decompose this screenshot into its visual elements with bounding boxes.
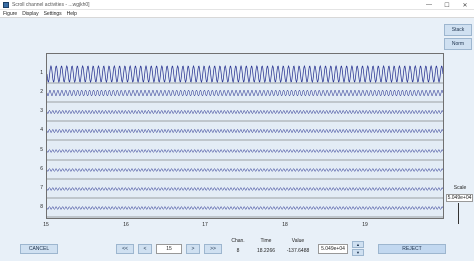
signal-plot[interactable] — [46, 53, 444, 219]
reject-button[interactable]: REJECT — [378, 244, 446, 254]
cancel-button[interactable]: CANCEL — [20, 244, 58, 254]
value-header: Value — [291, 238, 305, 244]
chan-value: 8 — [236, 248, 240, 254]
channel-label-3: 3 — [40, 108, 43, 114]
channel-trace-7 — [46, 187, 444, 191]
time-axis: 15 16 17 18 19 — [43, 222, 444, 230]
time-tick-18: 18 — [282, 222, 288, 228]
channel-label-2: 2 — [40, 89, 43, 95]
channel-trace-1 — [46, 64, 444, 84]
scale-label: Scale — [453, 185, 467, 191]
channel-trace-3 — [46, 109, 444, 115]
channel-label-4: 4 — [40, 127, 43, 133]
channel-trace-5 — [46, 149, 444, 153]
chan-header: Chan. — [231, 238, 245, 244]
channel-label-7: 7 — [40, 185, 43, 191]
fast-forward-button[interactable]: >> — [204, 244, 222, 254]
time-tick-17: 17 — [202, 222, 208, 228]
menu-display[interactable]: Display — [22, 11, 38, 17]
time-value: 18.2266 — [256, 248, 276, 254]
menu-figure[interactable]: Figure — [3, 11, 17, 17]
close-icon[interactable]: ✕ — [456, 0, 474, 10]
channel-label-8: 8 — [40, 204, 43, 210]
signal-traces — [46, 64, 444, 218]
channel-label-1: 1 — [40, 70, 43, 76]
menu-bar: Figure Display Settings Help — [0, 10, 474, 18]
channel-label-5: 5 — [40, 147, 43, 153]
menu-help[interactable]: Help — [67, 11, 77, 17]
time-tick-19: 19 — [362, 222, 368, 228]
menu-settings[interactable]: Settings — [44, 11, 62, 17]
norm-button[interactable]: Norm — [444, 38, 472, 50]
title-bar: Scroll channel activities - ...wgjkh0] —… — [0, 0, 474, 10]
scale-value: 5.049e+04 — [446, 194, 473, 202]
window-controls: — ☐ ✕ — [420, 0, 474, 10]
channel-trace-4 — [46, 128, 444, 134]
channel-trace-2 — [46, 89, 444, 97]
scale-input[interactable]: 5.049e+04 — [318, 244, 348, 254]
window-title: Scroll channel activities - ...wgjkh0] — [12, 1, 90, 8]
app-icon — [3, 1, 9, 8]
channel-trace-8 — [46, 206, 444, 210]
channel-label-6: 6 — [40, 166, 43, 172]
time-input[interactable]: 15 — [156, 244, 182, 254]
spin-up-button[interactable]: ▲ — [352, 241, 364, 248]
time-header: Time — [260, 238, 272, 244]
time-tick-15: 15 — [43, 222, 49, 228]
minimize-icon[interactable]: — — [420, 0, 438, 10]
scale-bar — [458, 203, 459, 224]
forward-button[interactable]: > — [186, 244, 200, 254]
value-value: -137.6488 — [286, 248, 310, 254]
maximize-icon[interactable]: ☐ — [438, 0, 456, 10]
time-tick-16: 16 — [123, 222, 129, 228]
back-button[interactable]: < — [138, 244, 152, 254]
channel-trace-6 — [46, 168, 444, 172]
spin-down-button[interactable]: ▼ — [352, 249, 364, 256]
channel-labels: 1 2 3 4 5 6 7 8 — [30, 53, 46, 219]
rewind-button[interactable]: << — [116, 244, 134, 254]
stack-button[interactable]: Stack — [444, 24, 472, 36]
